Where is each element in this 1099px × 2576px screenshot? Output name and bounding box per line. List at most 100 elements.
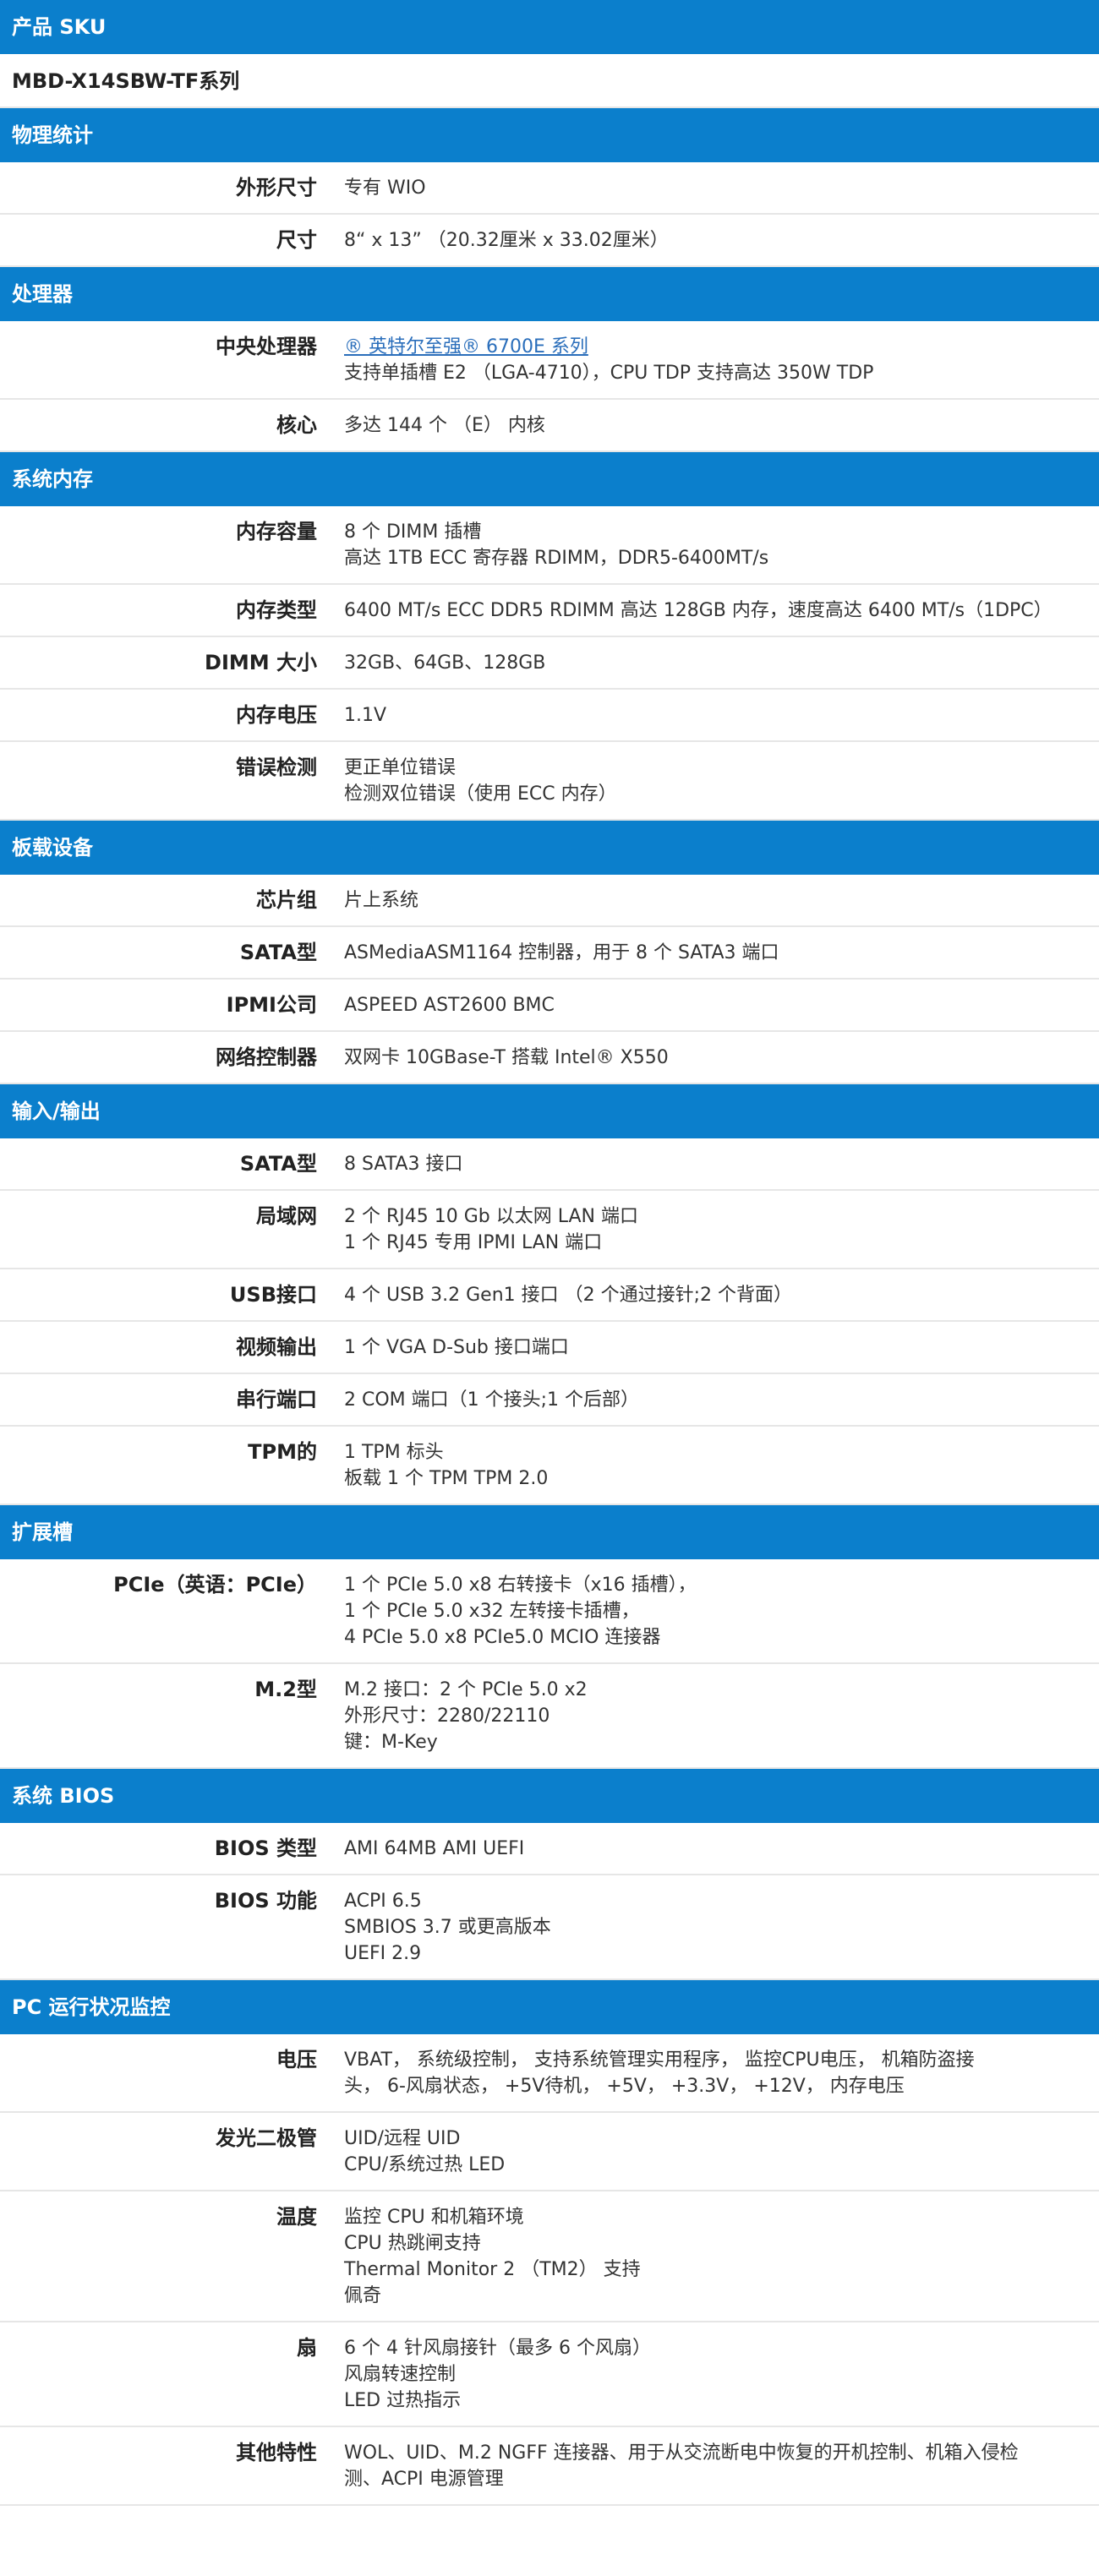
spec-label: 发光二极管 <box>216 2126 317 2150</box>
spec-row: BIOS 功能 ACPI 6.5 SMBIOS 3.7 或更高版本 UEFI 2.9 <box>0 1875 1099 1980</box>
spec-value: VBAT， 系统级控制， 支持系统管理实用程序， 监控CPU电压， 机箱防盗接头… <box>317 2047 1099 2099</box>
spec-value-line: 4 个 USB 3.2 Gen1 接口 （2 个通过接针;2 个背面） <box>344 1285 793 1306</box>
spec-value: UID/远程 UID CPU/系统过热 LED <box>317 2126 1099 2178</box>
spec-label: SATA型 <box>239 1152 317 1176</box>
spec-value-line: 高达 1TB ECC 寄存器 RDIMM，DDR5-6400MT/s <box>344 548 769 569</box>
spec-row: 核心 多达 144 个 （E） 内核 <box>0 400 1099 452</box>
spec-row: TPM的 1 TPM 标头 板载 1 个 TPM TPM 2.0 <box>0 1427 1099 1505</box>
processor-link[interactable]: ® 英特尔至强® 6700E 系列 <box>344 334 1048 360</box>
section-header: 系统内存 <box>0 452 1099 506</box>
spec-value: 6 个 4 针风扇接针（最多 6 个风扇） 风扇转速控制 LED 过热指示 <box>317 2335 1099 2414</box>
spec-value: 专有 WIO <box>317 175 1099 201</box>
spec-row: 电压 VBAT， 系统级控制， 支持系统管理实用程序， 监控CPU电压， 机箱防盗… <box>0 2034 1099 2113</box>
spec-row: 错误检测 更正单位错误 检测双位错误（使用 ECC 内存） <box>0 742 1099 821</box>
spec-label: 中央处理器 <box>216 335 317 358</box>
spec-value-line: 支持单插槽 E2 （LGA-4710），CPU TDP 支持高达 350W TD… <box>344 363 874 384</box>
spec-value: ASPEED AST2600 BMC <box>317 992 1099 1018</box>
spec-label: PCIe（英语：PCIe） <box>113 1573 317 1596</box>
spec-value: 片上系统 <box>317 887 1099 914</box>
spec-value-line: 8 个 DIMM 插槽 <box>344 521 482 543</box>
spec-value-line: 4 PCIe 5.0 x8 PCIe5.0 MCIO 连接器 <box>344 1627 661 1648</box>
spec-value: 32GB、64GB、128GB <box>317 650 1099 676</box>
spec-value-line: ACPI 6.5 <box>344 1891 422 1912</box>
spec-value: 1 个 VGA D-Sub 接口端口 <box>317 1334 1099 1361</box>
spec-value-line: 片上系统 <box>344 890 419 911</box>
spec-row: 视频输出 1 个 VGA D-Sub 接口端口 <box>0 1322 1099 1374</box>
spec-row: 外形尺寸 专有 WIO <box>0 162 1099 215</box>
spec-value-line: UID/远程 UID <box>344 2128 461 2149</box>
spec-value-line: AMI 64MB AMI UEFI <box>344 1838 525 1859</box>
spec-label: 温度 <box>276 2205 317 2229</box>
spec-value-line: ASPEED AST2600 BMC <box>344 995 555 1016</box>
spec-value-line: 1 个 RJ45 专用 IPMI LAN 端口 <box>344 1232 603 1253</box>
spec-row: 局域网 2 个 RJ45 10 Gb 以太网 LAN 端口 1 个 RJ45 专用 … <box>0 1191 1099 1269</box>
spec-value-line: 2 COM 端口（1 个接头;1 个后部） <box>344 1389 640 1411</box>
spec-label: SATA型 <box>239 941 317 964</box>
spec-value-line: 更正单位错误 <box>344 757 457 778</box>
spec-value-line: 8 SATA3 接口 <box>344 1154 463 1175</box>
spec-value-line: VBAT， 系统级控制， 支持系统管理实用程序， 监控CPU电压， 机箱防盗接 <box>344 2049 975 2071</box>
spec-value: WOL、UID、M.2 NGFF 连接器、用于从交流断电中恢复的开机控制、机箱入… <box>317 2440 1099 2492</box>
section-header: PC 运行状况监控 <box>0 1980 1099 2034</box>
spec-label: 内存电压 <box>236 703 317 727</box>
spec-label: 串行端口 <box>236 1388 317 1411</box>
spec-value: ACPI 6.5 SMBIOS 3.7 或更高版本 UEFI 2.9 <box>317 1888 1099 1967</box>
spec-row: 温度 监控 CPU 和机箱环境 CPU 热跳闸支持 Thermal Monitor 2… <box>0 2191 1099 2322</box>
spec-row: 内存电压 1.1V <box>0 690 1099 742</box>
spec-value: 1 TPM 标头 板载 1 个 TPM TPM 2.0 <box>317 1439 1099 1492</box>
spec-value-line: 1 个 PCIe 5.0 x8 右转接卡（x16 插槽）， <box>344 1575 697 1596</box>
spec-value-line: 多达 144 个 （E） 内核 <box>344 415 545 436</box>
spec-value-line: Thermal Monitor 2 （TM2） 支持 <box>344 2259 641 2280</box>
spec-row: BIOS 类型 AMI 64MB AMI UEFI <box>0 1823 1099 1875</box>
spec-row: 发光二极管 UID/远程 UID CPU/系统过热 LED <box>0 2113 1099 2191</box>
spec-row: PCIe（英语：PCIe） 1 个 PCIe 5.0 x8 右转接卡（x16 插槽… <box>0 1559 1099 1664</box>
spec-label: 核心 <box>276 413 317 437</box>
spec-value: 2 个 RJ45 10 Gb 以太网 LAN 端口 1 个 RJ45 专用 IPM… <box>317 1203 1099 1256</box>
spec-label: 芯片组 <box>256 888 317 912</box>
spec-row: 中央处理器 ® 英特尔至强® 6700E 系列 支持单插槽 E2 （LGA-4710… <box>0 321 1099 400</box>
spec-value-line: 监控 CPU 和机箱环境 <box>344 2207 524 2228</box>
spec-label: USB接口 <box>229 1283 317 1307</box>
spec-label: DIMM 大小 <box>205 651 317 674</box>
section-header: 输入/输出 <box>0 1084 1099 1138</box>
spec-value-line: 1.1V <box>344 705 387 726</box>
spec-row: 串行端口 2 COM 端口（1 个接头;1 个后部） <box>0 1374 1099 1427</box>
spec-label: 电压 <box>276 2048 317 2071</box>
spec-value-line: CPU/系统过热 LED <box>344 2154 506 2175</box>
spec-value: 双网卡 10GBase-T 搭载 Intel® X550 <box>317 1045 1099 1071</box>
spec-value-line: 专有 WIO <box>344 177 426 199</box>
spec-value-line: 双网卡 10GBase-T 搭载 Intel® X550 <box>344 1047 669 1068</box>
spec-value: 6400 MT/s ECC DDR5 RDIMM 高达 128GB 内存，速度高… <box>317 598 1099 624</box>
spec-value-line: M.2 接口：2 个 PCIe 5.0 x2 <box>344 1679 588 1700</box>
spec-label: 其他特性 <box>236 2441 317 2464</box>
spec-row: USB接口 4 个 USB 3.2 Gen1 接口 （2 个通过接针;2 个背面） <box>0 1269 1099 1322</box>
spec-value: 8 个 DIMM 插槽高达 1TB ECC 寄存器 RDIMM，DDR5-640… <box>317 519 1099 571</box>
spec-value-line: 测、ACPI 电源管理 <box>344 2469 504 2490</box>
section-header: 扩展槽 <box>0 1505 1099 1559</box>
spec-value-line: 6400 MT/s ECC DDR5 RDIMM 高达 128GB 内存，速度高… <box>344 600 1053 621</box>
spec-row: IPMI公司 ASPEED AST2600 BMC <box>0 980 1099 1032</box>
spec-row: 内存容量 8 个 DIMM 插槽 高达 1TB ECC 寄存器 RDIMM，DDR5… <box>0 506 1099 585</box>
spec-row: SATA型 8 SATA3 接口 <box>0 1138 1099 1191</box>
spec-value-line: 检测双位错误（使用 ECC 内存） <box>344 783 617 805</box>
spec-row: DIMM 大小 32GB、64GB、128GB <box>0 637 1099 690</box>
spec-label: TPM的 <box>248 1440 317 1464</box>
spec-label: 内存类型 <box>236 598 317 622</box>
spec-value-line: 8“ x 13” （20.32厘米 x 33.02厘米） <box>344 230 669 251</box>
spec-label: BIOS 类型 <box>214 1836 317 1860</box>
spec-value-line: WOL、UID、M.2 NGFF 连接器、用于从交流断电中恢复的开机控制、机箱入… <box>344 2442 1019 2464</box>
spec-value-line: 2 个 RJ45 10 Gb 以太网 LAN 端口 <box>344 1206 638 1227</box>
sku-value: MBD-X14SBW-TF系列 <box>0 54 1099 108</box>
spec-value: ® 英特尔至强® 6700E 系列支持单插槽 E2 （LGA-4710），CPU… <box>317 334 1099 386</box>
spec-label: 网络控制器 <box>216 1045 317 1069</box>
spec-value-line: 1 个 PCIe 5.0 x32 左转接卡插槽， <box>344 1601 640 1622</box>
spec-value: 更正单位错误检测双位错误（使用 ECC 内存） <box>317 755 1099 807</box>
spec-value: 多达 144 个 （E） 内核 <box>317 412 1099 439</box>
spec-label: 局域网 <box>256 1204 317 1228</box>
spec-value-line: 1 TPM 标头 <box>344 1442 444 1463</box>
spec-value-line: 键：M-Key <box>344 1732 438 1753</box>
section-header: 产品 SKU <box>0 0 1099 54</box>
spec-row: 内存类型 6400 MT/s ECC DDR5 RDIMM 高达 128GB 内存… <box>0 585 1099 637</box>
spec-value-line: 头， 6-风扇状态， +5V待机， +5V， +3.3V， +12V， 内存电压 <box>344 2076 905 2097</box>
spec-value: 8“ x 13” （20.32厘米 x 33.02厘米） <box>317 227 1099 254</box>
